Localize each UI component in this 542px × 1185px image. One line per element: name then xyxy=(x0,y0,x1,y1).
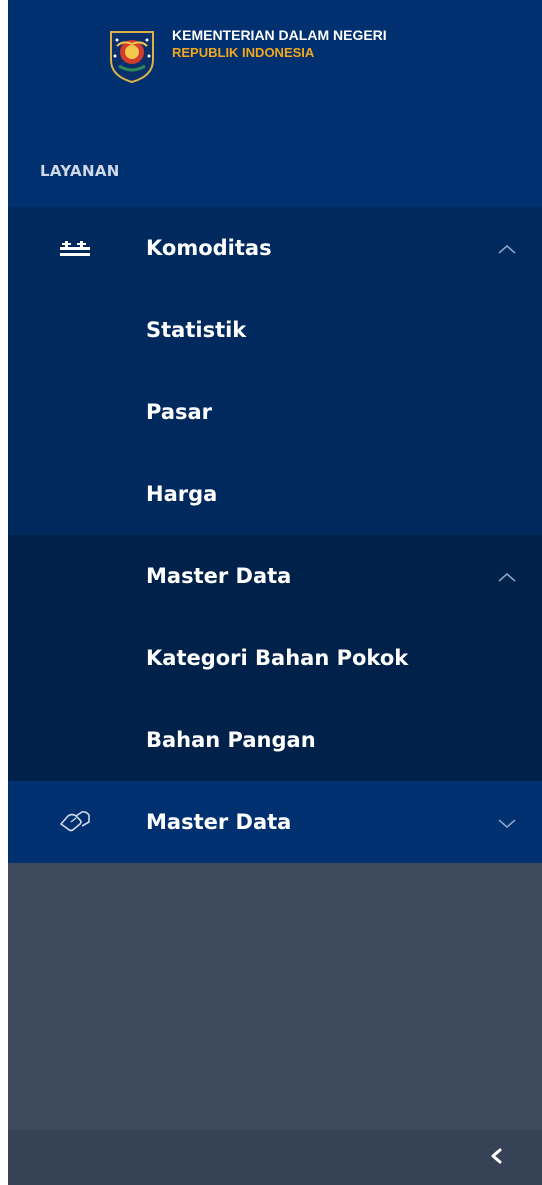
collapse-sidebar-button[interactable] xyxy=(476,1130,516,1185)
section-header: LAYANAN xyxy=(8,125,542,207)
sidebar-item-label: Bahan Pangan xyxy=(146,728,316,752)
komoditas-group: Komoditas Statistik Pasar Harga xyxy=(8,207,542,535)
master-data-subgroup: Master Data Kategori Bahan Pokok Bahan P… xyxy=(8,535,542,781)
sidebar-empty-area xyxy=(8,863,542,1130)
sidebar-footer xyxy=(8,1130,542,1185)
sidebar-item-pasar[interactable]: Pasar xyxy=(8,371,542,453)
left-edge-strip xyxy=(0,0,8,1185)
sidebar-item-label: Harga xyxy=(146,482,218,506)
sidebar-item-kategori-bahan-pokok[interactable]: Kategori Bahan Pokok xyxy=(8,617,542,699)
sidebar-item-label: Master Data xyxy=(146,810,292,834)
sidebar-item-master-data[interactable]: Master Data xyxy=(8,781,542,863)
sidebar: KEMENTERIAN DALAM NEGERI REPUBLIK INDONE… xyxy=(8,0,542,1185)
sidebar-header: KEMENTERIAN DALAM NEGERI REPUBLIK INDONE… xyxy=(8,0,542,125)
sidebar-item-label: Master Data xyxy=(146,564,292,588)
sidebar-item-label: Kategori Bahan Pokok xyxy=(146,646,409,670)
chevron-up-icon[interactable] xyxy=(496,569,518,583)
chevron-down-icon[interactable] xyxy=(496,815,518,829)
sidebar-item-komoditas[interactable]: Komoditas xyxy=(8,207,542,289)
section-label: LAYANAN xyxy=(40,162,120,180)
sidebar-item-label: Statistik xyxy=(146,318,247,342)
sidebar-item-label: Pasar xyxy=(146,400,213,424)
sidebar-item-label: Komoditas xyxy=(146,236,272,260)
master-data-group: Master Data xyxy=(8,781,542,863)
brand-title: KEMENTERIAN DALAM NEGERI xyxy=(172,27,387,43)
chevron-left-icon xyxy=(489,1147,503,1169)
chevron-up-icon[interactable] xyxy=(496,241,518,255)
sidebar-item-harga[interactable]: Harga xyxy=(8,453,542,535)
brand-subtitle: REPUBLIK INDONESIA xyxy=(172,45,315,60)
garuda-emblem-icon xyxy=(103,26,161,84)
sidebar-item-statistik[interactable]: Statistik xyxy=(8,289,542,371)
sidebar-item-master-data-sub[interactable]: Master Data xyxy=(8,535,542,617)
market-stall-icon xyxy=(58,234,92,262)
handshake-icon xyxy=(58,808,92,836)
sidebar-item-bahan-pangan[interactable]: Bahan Pangan xyxy=(8,699,542,781)
